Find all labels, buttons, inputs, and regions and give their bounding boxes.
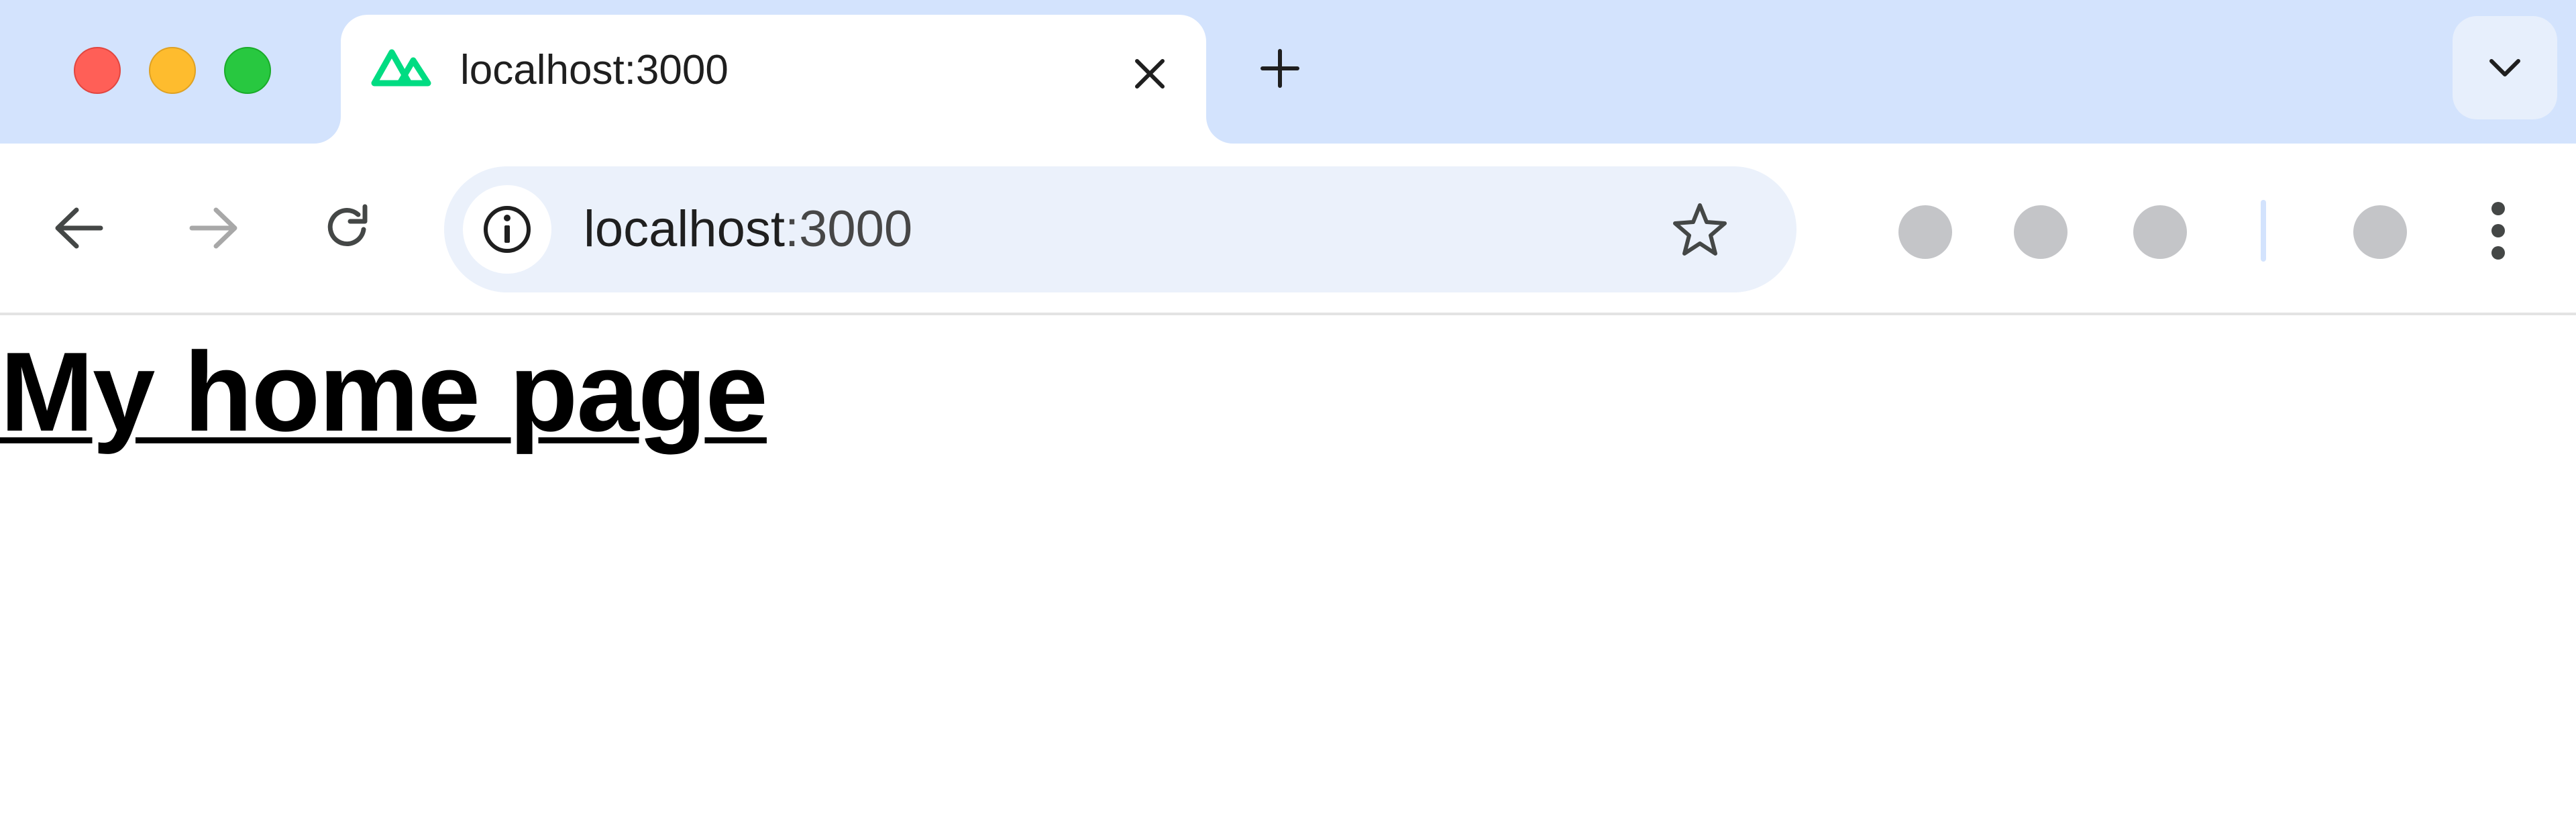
window-minimize-button[interactable] [149, 47, 196, 94]
info-icon [484, 206, 531, 253]
url-port: :3000 [784, 201, 913, 258]
tab-close-icon[interactable] [1119, 43, 1181, 105]
back-button[interactable] [46, 195, 113, 262]
reload-button[interactable] [314, 195, 381, 262]
profile-icon[interactable] [2353, 205, 2407, 259]
star-icon [1673, 203, 1727, 256]
window-maximize-button[interactable] [224, 47, 271, 94]
page-content: My home page [0, 315, 2576, 821]
arrow-right-icon [189, 207, 237, 249]
page-title: My home page [0, 329, 768, 455]
browser-toolbar: localhost:3000 [0, 144, 2576, 314]
window-close-button[interactable] [74, 47, 121, 94]
tab-search-button[interactable] [2453, 16, 2557, 119]
site-info-button[interactable] [463, 185, 551, 274]
plus-icon [1260, 49, 1299, 88]
browser-window: localhost:3000 localhost:3000 My home pa… [0, 0, 2576, 821]
url-host: localhost [584, 201, 785, 258]
address-bar[interactable]: localhost:3000 [444, 166, 1796, 292]
tab-localhost[interactable]: localhost:3000 [341, 15, 1206, 144]
chevron-down-icon [2489, 59, 2520, 76]
new-tab-button[interactable] [1248, 36, 1312, 101]
nuxt-logo-icon [369, 44, 433, 87]
extension-icon[interactable] [2133, 205, 2187, 259]
tab-title: localhost:3000 [460, 47, 729, 93]
home-link[interactable]: My home page [0, 329, 768, 455]
toolbar-divider [2261, 200, 2266, 262]
url-text[interactable]: localhost:3000 [584, 204, 912, 255]
browser-menu-button[interactable] [2466, 192, 2530, 270]
bookmark-button[interactable] [1665, 195, 1735, 264]
arrow-left-icon [55, 207, 103, 249]
kebab-menu-icon [2491, 202, 2505, 260]
tab-strip: localhost:3000 [0, 0, 2576, 144]
extension-icon[interactable] [2014, 205, 2068, 259]
extension-icon[interactable] [1898, 205, 1952, 259]
forward-button[interactable] [180, 195, 247, 262]
reload-icon [327, 204, 368, 247]
